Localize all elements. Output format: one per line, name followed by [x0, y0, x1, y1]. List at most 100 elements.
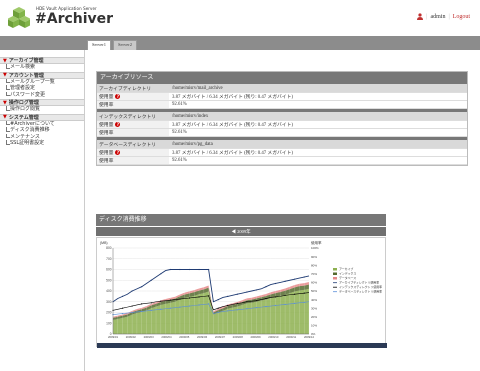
series-point	[303, 301, 305, 303]
x-tick-label: 2009/10	[268, 335, 279, 339]
archive-usage-row: 使用量? 3.87 メガバイト / 6.34 メガバイト (残り: 0.47 メ…	[97, 93, 467, 101]
tab-server1[interactable]: Server1	[87, 40, 111, 50]
series-point	[284, 294, 286, 296]
series-point	[255, 289, 258, 291]
series-point	[294, 293, 296, 295]
archive-dir-row: アーカイブディレクトリ /home/misrv/mail_archive	[97, 84, 467, 93]
legend-swatch	[333, 268, 337, 271]
series-point	[255, 300, 258, 302]
help-icon[interactable]: ?	[115, 94, 121, 99]
series-point	[141, 286, 143, 288]
series-point	[121, 307, 124, 309]
archiver-logo-icon	[8, 7, 30, 28]
tab-server2[interactable]: Server2	[113, 40, 137, 50]
series-point	[294, 278, 296, 280]
sidebar-heading-system[interactable]: ▼ システム管理	[0, 113, 84, 121]
year-navigator[interactable]: ◀ 2009年	[96, 227, 386, 236]
y-tick-label: 800	[106, 246, 112, 250]
series-point	[160, 300, 162, 302]
y2-tick-label: 50%	[311, 289, 317, 293]
series-point	[246, 291, 248, 293]
series-point	[198, 304, 200, 306]
series-point	[217, 307, 219, 309]
sidebar-item-password-change[interactable]: パスワード変更	[0, 91, 84, 99]
sidebar-group-oplog: ▼ 操作ログ管理 操作ログ閲覧	[0, 99, 84, 113]
series-point	[141, 310, 143, 313]
sidebar-heading-account[interactable]: ▼ アカウント管理	[0, 71, 84, 79]
series-point	[236, 293, 238, 295]
series-point	[265, 286, 267, 288]
series-point	[208, 303, 210, 305]
series-point	[303, 276, 305, 278]
series-point	[227, 310, 229, 312]
legend-label: アーカイブ	[339, 266, 353, 271]
series-point	[274, 304, 277, 307]
sidebar-item-oplog-view[interactable]: 操作ログ閲覧	[0, 106, 84, 113]
separator: |	[448, 13, 450, 20]
series-point	[179, 268, 181, 271]
sidebar-group-account: ▼ アカウント管理 メールグループ一覧 管理者設定 パスワード変更	[0, 71, 84, 99]
x-tick-label: 2009/09	[250, 335, 261, 339]
y-tick-label: 100	[106, 321, 112, 325]
x-tick-label: 2009/04	[161, 335, 172, 339]
triangle-down-icon: ▼	[3, 57, 7, 64]
series-point	[121, 312, 124, 315]
sidebar-heading-archive[interactable]: ▼ アーカイブ管理	[0, 57, 84, 64]
series-point	[150, 279, 152, 281]
series-point	[188, 268, 191, 271]
series-point	[227, 304, 229, 307]
username[interactable]: admin	[430, 14, 445, 20]
x-tick-label: 2009/03	[144, 335, 155, 339]
sidebar-item-ssl-settings[interactable]: SSL証明書設定	[0, 140, 84, 147]
sidebar-heading-oplog[interactable]: ▼ 操作ログ管理	[0, 99, 84, 106]
panel-title: アーカイブリソース	[97, 72, 467, 84]
help-icon[interactable]: ?	[115, 150, 121, 155]
series-point	[169, 307, 171, 309]
x-tick-label: 2009/08	[233, 335, 244, 339]
series-point	[179, 306, 181, 308]
sidebar-item-mail-search[interactable]: メール検索	[0, 64, 84, 71]
y-tick-label: 500	[106, 278, 112, 282]
y2-tick-label: 20%	[311, 315, 317, 319]
x-tick-label: 2009/05	[179, 335, 190, 339]
top-bar	[0, 36, 480, 50]
series-point	[246, 308, 248, 310]
logout-link[interactable]: Logout	[453, 14, 470, 20]
legend-label: インデックスディレクトリ使用率	[339, 284, 382, 289]
y2-tick-label: 90%	[311, 255, 317, 259]
triangle-down-icon: ▼	[3, 72, 7, 78]
series-point	[160, 273, 162, 275]
x-tick-label: 2009/06	[197, 335, 208, 339]
disk-usage-chart: (MB) 使用率 0 100 200 300 400 500 600 700 800 0% 10% 20%…	[96, 237, 387, 348]
db-rate-row: 使用率 92.61%	[97, 157, 467, 165]
x-tick-label: 2009/11	[286, 335, 296, 339]
series-point	[121, 295, 124, 297]
server-tabs: Server1 Server2	[87, 40, 137, 50]
y2-axis-label: 使用率	[311, 240, 322, 245]
series-point	[208, 295, 210, 297]
series-point	[131, 305, 133, 307]
series-point	[274, 282, 277, 285]
x-tick-label: 2009/02	[126, 335, 137, 339]
series-point	[303, 292, 305, 294]
triangle-down-icon: ▼	[3, 114, 7, 120]
legend-label: インデックス	[339, 271, 356, 276]
y-tick-label: 200	[106, 311, 112, 315]
db-usage-row: 使用量? 3.87 メガバイト / 6.34 メガバイト (残り: 0.47 メ…	[97, 149, 467, 157]
series-point	[198, 268, 200, 271]
series-point	[217, 299, 219, 301]
series-point	[131, 290, 133, 292]
index-rate-row: 使用率 92.61%	[97, 129, 467, 137]
series-point	[217, 311, 219, 314]
help-icon[interactable]: ?	[115, 122, 121, 127]
legend-label: データベースディレクトリ使用率	[339, 289, 382, 294]
y-axis-unit-label: (MB)	[100, 241, 108, 245]
y2-tick-label: 30%	[311, 306, 317, 310]
series-point	[236, 309, 238, 311]
series-point	[208, 268, 210, 271]
series-point	[198, 296, 200, 298]
sidebar-group-archive: ▼ アーカイブ管理 メール検索	[0, 57, 84, 71]
app-header: HDE Vault Application Server #Archiver |…	[0, 0, 480, 36]
chart-svg: (MB) 使用率01002003004005006007008000%10%20%…	[97, 240, 387, 348]
y2-tick-label: 100%	[311, 246, 319, 250]
